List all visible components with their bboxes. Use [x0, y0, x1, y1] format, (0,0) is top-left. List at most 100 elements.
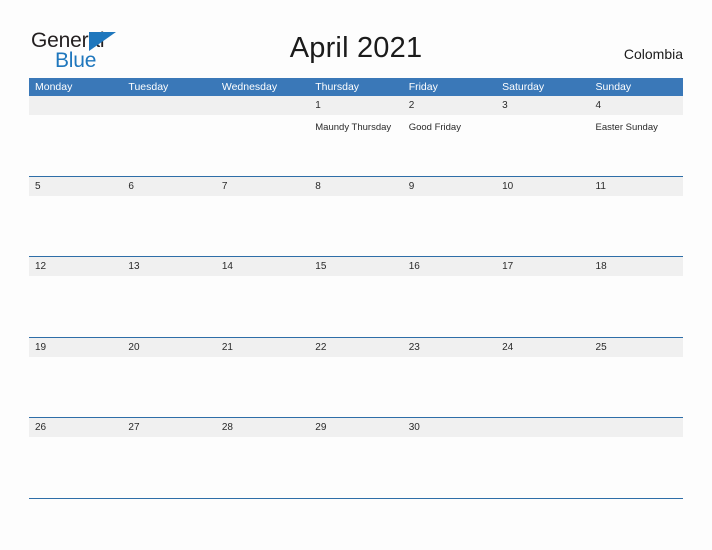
- week-row: 26 27 28 29 30: [29, 418, 683, 499]
- day-cell[interactable]: [496, 357, 589, 417]
- day-cell[interactable]: [496, 115, 589, 175]
- day-number-band: 26 27 28 29 30: [29, 418, 683, 437]
- day-number[interactable]: 28: [216, 418, 309, 437]
- day-number[interactable]: 24: [496, 338, 589, 357]
- day-number[interactable]: [216, 96, 309, 115]
- day-events-band: [29, 276, 683, 336]
- day-number[interactable]: 5: [29, 177, 122, 196]
- day-number-band: 19 20 21 22 23 24 25: [29, 337, 683, 357]
- weekday-header-tuesday: Tuesday: [128, 81, 169, 93]
- day-number[interactable]: 13: [122, 257, 215, 276]
- country-label: Colombia: [623, 46, 683, 62]
- day-number[interactable]: 21: [216, 338, 309, 357]
- weekday-header-saturday: Saturday: [502, 81, 545, 93]
- day-cell[interactable]: [122, 357, 215, 417]
- day-cell[interactable]: [590, 196, 683, 256]
- day-number[interactable]: 6: [122, 177, 215, 196]
- day-number[interactable]: 30: [403, 418, 496, 437]
- week-row: 12 13 14 15 16 17 18: [29, 257, 683, 338]
- day-number[interactable]: [496, 418, 589, 437]
- day-cell[interactable]: [216, 115, 309, 175]
- holiday-label: Easter Sunday: [595, 122, 658, 133]
- day-cell[interactable]: [403, 437, 496, 497]
- day-cell[interactable]: [122, 115, 215, 175]
- day-cell[interactable]: [216, 276, 309, 336]
- weekday-header-row: Monday Tuesday Wednesday Thursday Friday…: [29, 78, 683, 96]
- calendar-page: General Blue April 2021 Colombia Monday …: [0, 0, 712, 550]
- day-number[interactable]: 12: [29, 257, 122, 276]
- day-cell[interactable]: [590, 357, 683, 417]
- day-cell[interactable]: [122, 276, 215, 336]
- day-number[interactable]: 3: [496, 96, 589, 115]
- day-number[interactable]: 26: [29, 418, 122, 437]
- day-cell[interactable]: [216, 437, 309, 497]
- day-cell[interactable]: Maundy Thursday: [309, 115, 402, 175]
- page-header: General Blue April 2021 Colombia: [0, 0, 712, 78]
- day-number-band: 5 6 7 8 9 10 11: [29, 176, 683, 196]
- day-cell[interactable]: [122, 437, 215, 497]
- day-cell[interactable]: [29, 115, 122, 175]
- day-cell[interactable]: [309, 437, 402, 497]
- day-number[interactable]: 10: [496, 177, 589, 196]
- day-number[interactable]: 29: [309, 418, 402, 437]
- day-cell[interactable]: [309, 357, 402, 417]
- day-number[interactable]: 2: [403, 96, 496, 115]
- day-events-band: [29, 437, 683, 497]
- day-cell[interactable]: [496, 437, 589, 497]
- day-cell[interactable]: Good Friday: [403, 115, 496, 175]
- day-number[interactable]: 19: [29, 338, 122, 357]
- day-cell[interactable]: [122, 196, 215, 256]
- day-cell[interactable]: [496, 196, 589, 256]
- day-number-band: 1 2 3 4: [29, 96, 683, 115]
- weekday-header-monday: Monday: [35, 81, 73, 93]
- day-events-band: Maundy Thursday Good Friday Easter Sunda…: [29, 115, 683, 175]
- day-number[interactable]: 4: [590, 96, 683, 115]
- weekday-header-thursday: Thursday: [315, 81, 360, 93]
- week-row: 5 6 7 8 9 10 11: [29, 176, 683, 257]
- day-number[interactable]: 17: [496, 257, 589, 276]
- day-cell[interactable]: [309, 276, 402, 336]
- day-cell[interactable]: [216, 357, 309, 417]
- day-cell[interactable]: [29, 357, 122, 417]
- day-cell[interactable]: [29, 276, 122, 336]
- day-number[interactable]: 14: [216, 257, 309, 276]
- day-cell[interactable]: [403, 276, 496, 336]
- day-cell[interactable]: [590, 437, 683, 497]
- day-number[interactable]: [590, 418, 683, 437]
- day-cell[interactable]: [496, 276, 589, 336]
- day-cell[interactable]: [403, 196, 496, 256]
- day-number[interactable]: 23: [403, 338, 496, 357]
- day-number[interactable]: [122, 96, 215, 115]
- day-cell[interactable]: [309, 196, 402, 256]
- day-number[interactable]: 11: [590, 177, 683, 196]
- holiday-label: Good Friday: [408, 122, 461, 133]
- holiday-label: Maundy Thursday: [315, 122, 392, 133]
- day-number[interactable]: 20: [122, 338, 215, 357]
- day-number[interactable]: 18: [590, 257, 683, 276]
- day-events-band: [29, 196, 683, 256]
- day-cell[interactable]: [29, 196, 122, 256]
- day-number[interactable]: 9: [403, 177, 496, 196]
- day-cell[interactable]: Easter Sunday: [590, 115, 683, 175]
- day-number[interactable]: 7: [216, 177, 309, 196]
- weekday-header-sunday: Sunday: [595, 81, 632, 93]
- weekday-header-friday: Friday: [408, 81, 438, 93]
- day-number[interactable]: 25: [590, 338, 683, 357]
- day-cell[interactable]: [29, 437, 122, 497]
- week-row: 1 2 3 4 Maundy Thursday Good Friday East…: [29, 96, 683, 177]
- day-number[interactable]: 16: [403, 257, 496, 276]
- day-number[interactable]: 15: [309, 257, 402, 276]
- day-number[interactable]: 1: [309, 96, 402, 115]
- day-number[interactable]: [29, 96, 122, 115]
- week-row: 19 20 21 22 23 24 25: [29, 337, 683, 418]
- day-number[interactable]: 8: [309, 177, 402, 196]
- day-cell[interactable]: [403, 357, 496, 417]
- day-cell[interactable]: [590, 276, 683, 336]
- weekday-header-wednesday: Wednesday: [221, 81, 278, 93]
- day-number-band: 12 13 14 15 16 17 18: [29, 257, 683, 276]
- day-number[interactable]: 27: [122, 418, 215, 437]
- day-events-band: [29, 357, 683, 417]
- day-number[interactable]: 22: [309, 338, 402, 357]
- day-cell[interactable]: [216, 196, 309, 256]
- calendar-grid: Monday Tuesday Wednesday Thursday Friday…: [29, 78, 683, 499]
